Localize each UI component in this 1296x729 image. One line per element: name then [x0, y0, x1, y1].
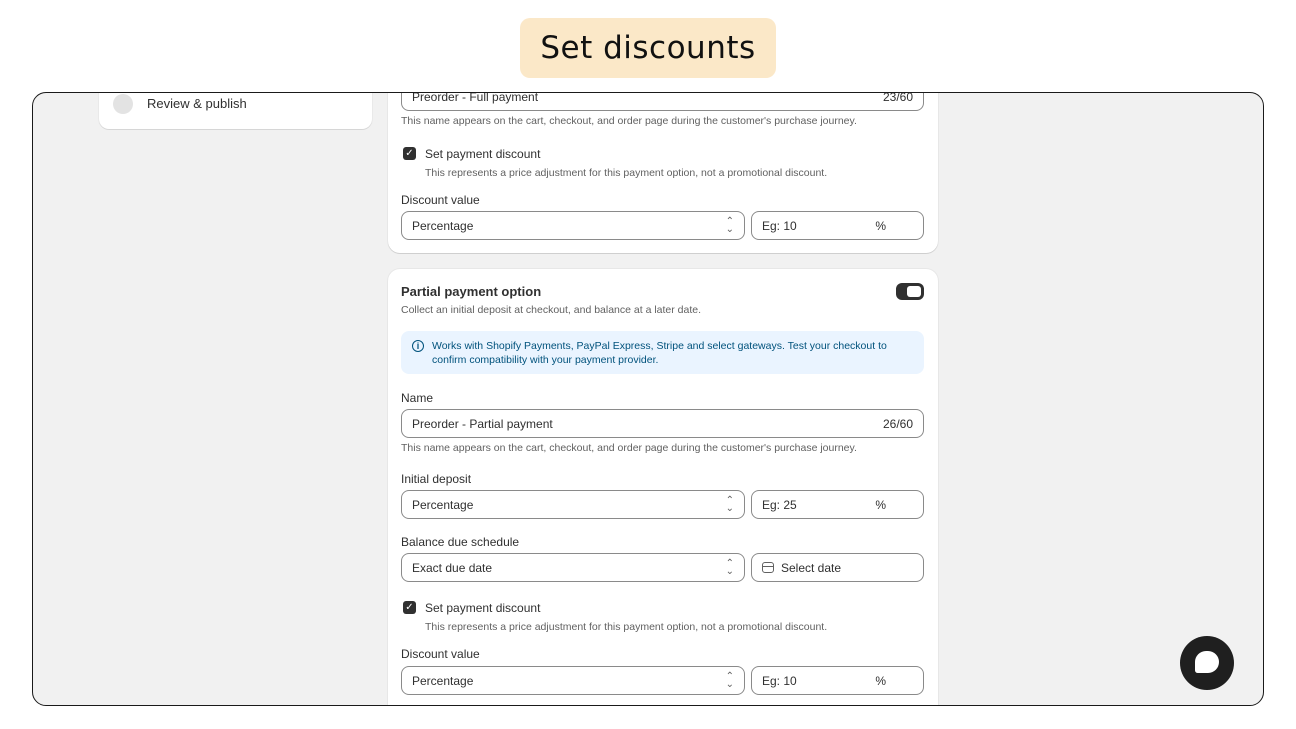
partial-payment-name-counter: 26/60: [882, 417, 913, 431]
select-arrows-icon: ⌃ ⌄: [725, 495, 734, 514]
full-payment-name-input[interactable]: Preorder - Full payment 23/60: [401, 92, 924, 111]
banner-title: Set discounts: [540, 30, 756, 66]
full-payment-discount-help: This represents a price adjustment for t…: [425, 167, 828, 179]
full-payment-name-value: Preorder - Full payment: [412, 92, 539, 104]
balance-due-schedule-select[interactable]: Exact due date ⌃ ⌄: [401, 553, 745, 582]
partial-payment-discount-value-input[interactable]: Eg: 10 %: [751, 666, 924, 695]
full-payment-discount-checkbox[interactable]: ✓: [403, 147, 416, 160]
select-arrows-icon: ⌃ ⌄: [725, 671, 734, 690]
initial-deposit-value-input[interactable]: Eg: 25 %: [751, 490, 924, 519]
initial-deposit-placeholder: Eg: 25: [762, 497, 797, 512]
partial-payment-discount-checkbox[interactable]: ✓: [403, 601, 416, 614]
partial-payment-discount-type-select[interactable]: Percentage ⌃ ⌄: [401, 666, 745, 695]
gateway-info-text: Works with Shopify Payments, PayPal Expr…: [432, 340, 887, 366]
partial-payment-name-value: Preorder - Partial payment: [412, 416, 553, 431]
gateway-info-banner: i Works with Shopify Payments, PayPal Ex…: [401, 331, 924, 374]
checkmark-icon: ✓: [405, 148, 414, 159]
checkmark-icon: ✓: [405, 602, 414, 613]
app-window: Review & publish Preorder - Full payment…: [32, 92, 1264, 706]
full-payment-name-counter: 23/60: [882, 92, 913, 104]
chat-launcher-button[interactable]: [1180, 636, 1234, 690]
select-arrows-icon: ⌃ ⌄: [725, 216, 734, 235]
full-payment-discount-type-select[interactable]: Percentage ⌃ ⌄: [401, 211, 745, 240]
sidebar-steps: Review & publish: [99, 93, 372, 129]
balance-due-label: Balance due schedule: [401, 535, 520, 549]
page-banner: Set discounts: [520, 18, 776, 78]
partial-payment-toggle[interactable]: [896, 283, 924, 300]
partial-payment-discount-placeholder: Eg: 10: [762, 673, 797, 688]
initial-deposit-type-value: Percentage: [412, 497, 474, 512]
step-status-icon: [113, 94, 133, 114]
initial-deposit-unit: %: [875, 498, 886, 512]
chat-icon: [1195, 651, 1219, 673]
info-icon: i: [412, 340, 424, 352]
full-payment-name-help: This name appears on the cart, checkout,…: [401, 115, 857, 127]
full-payment-discount-unit: %: [875, 219, 886, 233]
balance-due-schedule-value: Exact due date: [412, 560, 493, 575]
partial-payment-name-input[interactable]: Preorder - Partial payment 26/60: [401, 409, 924, 438]
full-payment-discount-value-label: Discount value: [401, 193, 480, 207]
sidebar-step-review-publish[interactable]: Review & publish: [147, 96, 247, 111]
partial-payment-title: Partial payment option: [401, 284, 542, 299]
toggle-knob: [907, 286, 921, 297]
full-payment-discount-placeholder: Eg: 10: [762, 218, 797, 233]
partial-payment-description: Collect an initial deposit at checkout, …: [401, 304, 702, 316]
partial-payment-name-label: Name: [401, 391, 434, 405]
full-payment-discount-value-input[interactable]: Eg: 10 %: [751, 211, 924, 240]
select-arrows-icon: ⌃ ⌄: [725, 558, 734, 577]
full-payment-discount-type-value: Percentage: [412, 218, 474, 233]
full-payment-discount-checkbox-label: Set payment discount: [425, 147, 541, 161]
full-payment-card: Preorder - Full payment 23/60 This name …: [388, 92, 938, 253]
partial-payment-discount-type-value: Percentage: [412, 673, 474, 688]
partial-payment-name-help: This name appears on the cart, checkout,…: [401, 442, 857, 454]
partial-payment-discount-checkbox-label: Set payment discount: [425, 601, 541, 615]
partial-payment-discount-value-label: Discount value: [401, 647, 480, 661]
due-date-placeholder: Select date: [781, 560, 842, 575]
partial-payment-discount-help: This represents a price adjustment for t…: [425, 621, 828, 633]
partial-payment-card: Partial payment option Collect an initia…: [388, 269, 938, 705]
partial-payment-discount-unit: %: [875, 674, 886, 688]
initial-deposit-label: Initial deposit: [401, 472, 472, 486]
initial-deposit-type-select[interactable]: Percentage ⌃ ⌄: [401, 490, 745, 519]
due-date-picker[interactable]: Select date: [751, 553, 924, 582]
calendar-icon: [762, 562, 774, 573]
